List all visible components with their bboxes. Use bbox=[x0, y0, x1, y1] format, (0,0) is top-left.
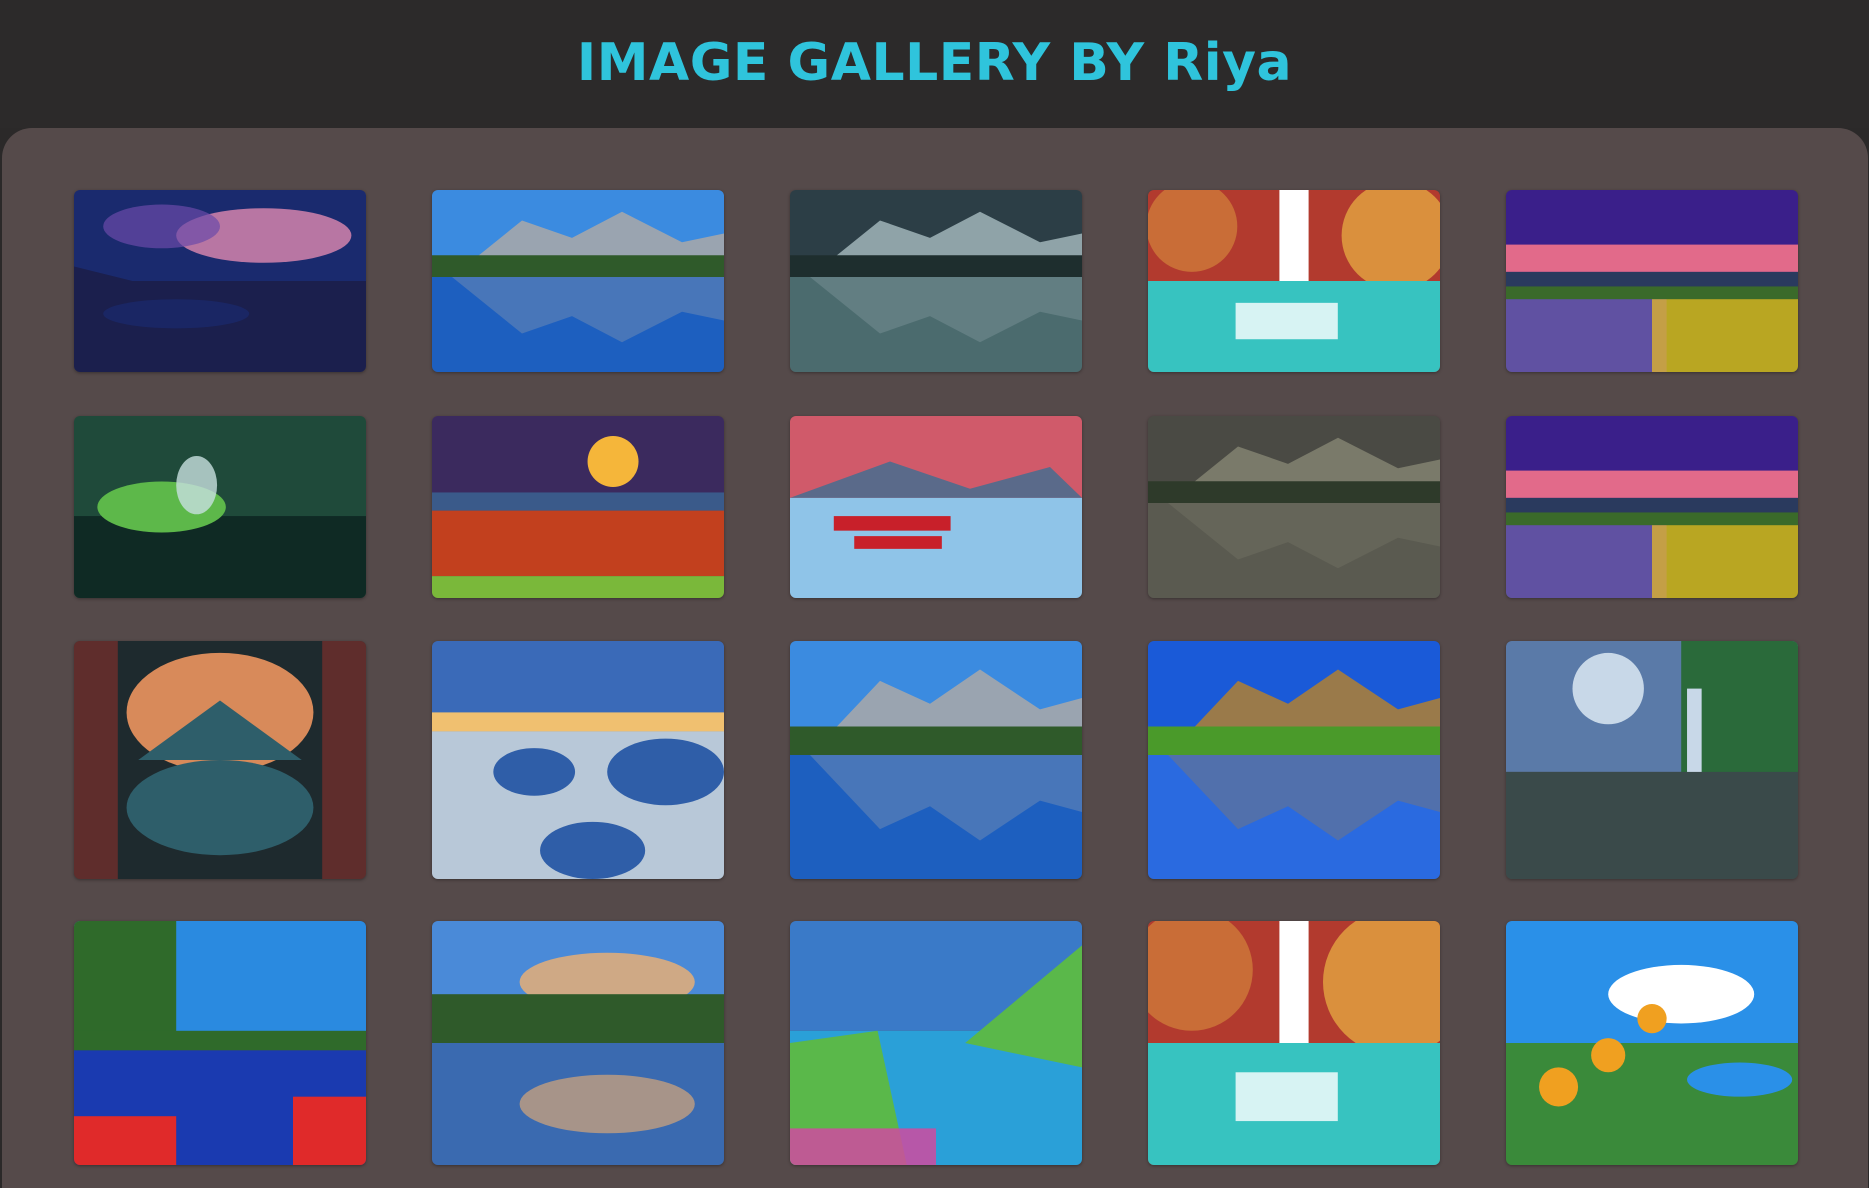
red-boats-lake-image[interactable] bbox=[790, 416, 1082, 598]
blue-lake-sunset-image-art bbox=[74, 190, 366, 372]
purple-sky-flower-field-image-2[interactable] bbox=[1506, 416, 1798, 598]
header-bar: IMAGE GALLERY BY Riya bbox=[0, 0, 1869, 128]
yellow-lilies-lake-image-art bbox=[1506, 921, 1798, 1165]
mountain-pebble-lake-image-2-art bbox=[790, 641, 1082, 879]
sky-reflection-lake-image[interactable] bbox=[432, 921, 724, 1165]
autumn-waterfall-image[interactable] bbox=[1148, 190, 1440, 372]
purple-sky-flower-field-image[interactable] bbox=[1506, 190, 1798, 372]
tree-lake-flowers-image[interactable] bbox=[74, 921, 366, 1165]
green-forest-mountain-lake-image-art bbox=[1148, 641, 1440, 879]
dark-peak-reflection-image-art bbox=[790, 190, 1082, 372]
green-forest-mountain-lake-image[interactable] bbox=[1148, 641, 1440, 879]
waterfall-canyon-image-art bbox=[1506, 641, 1798, 879]
stormy-island-lake-image-art bbox=[1148, 416, 1440, 598]
red-forest-reflection-image-art bbox=[74, 641, 366, 879]
yellow-lilies-lake-image[interactable] bbox=[1506, 921, 1798, 1165]
page-title: IMAGE GALLERY BY Riya bbox=[576, 33, 1293, 93]
purple-sky-flower-field-image-2-art bbox=[1506, 416, 1798, 598]
autumn-valley-sunset-image-art bbox=[432, 416, 724, 598]
sky-reflection-lake-image-art bbox=[432, 921, 724, 1165]
cliff-sea-flowers-image-art bbox=[790, 921, 1082, 1165]
blue-rocks-river-image[interactable] bbox=[432, 641, 724, 879]
blue-lake-sunset-image[interactable] bbox=[74, 190, 366, 372]
blue-rocks-river-image-art bbox=[432, 641, 724, 879]
dark-peak-reflection-image[interactable] bbox=[790, 190, 1082, 372]
butterfly-leaves-image-art bbox=[74, 416, 366, 598]
autumn-valley-sunset-image[interactable] bbox=[432, 416, 724, 598]
butterfly-leaves-image[interactable] bbox=[74, 416, 366, 598]
stormy-island-lake-image[interactable] bbox=[1148, 416, 1440, 598]
autumn-waterfall-image-2-art bbox=[1148, 921, 1440, 1165]
tree-lake-flowers-image-art bbox=[74, 921, 366, 1165]
mountain-pebble-lake-image-art bbox=[432, 190, 724, 372]
waterfall-canyon-image[interactable] bbox=[1506, 641, 1798, 879]
cliff-sea-flowers-image[interactable] bbox=[790, 921, 1082, 1165]
mountain-pebble-lake-image[interactable] bbox=[432, 190, 724, 372]
red-forest-reflection-image[interactable] bbox=[74, 641, 366, 879]
purple-sky-flower-field-image-art bbox=[1506, 190, 1798, 372]
autumn-waterfall-image-2[interactable] bbox=[1148, 921, 1440, 1165]
mountain-pebble-lake-image-2[interactable] bbox=[790, 641, 1082, 879]
gallery-panel bbox=[2, 128, 1868, 1188]
autumn-waterfall-image-art bbox=[1148, 190, 1440, 372]
red-boats-lake-image-art bbox=[790, 416, 1082, 598]
